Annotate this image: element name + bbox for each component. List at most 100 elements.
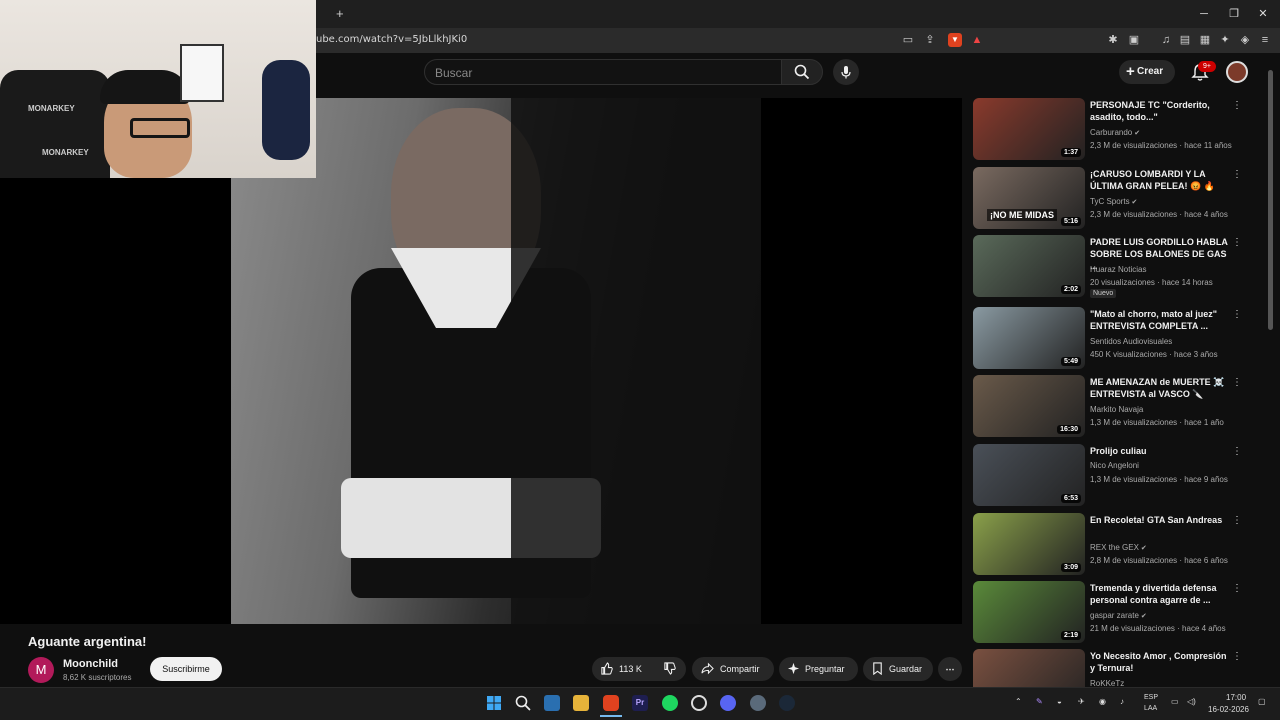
close-icon[interactable]: ✕ — [1255, 6, 1271, 22]
related-video-card[interactable]: 1:37 PERSONAJE TC "Corderito, asadito, to… — [973, 98, 1253, 160]
related-video-channel[interactable]: Sentidos Audiovisuales — [1090, 337, 1172, 346]
music-icon[interactable]: ♫ — [1159, 33, 1173, 47]
related-video-card[interactable]: 6:53 Prolijo culiau Nico Angeloni 1,3 M de … — [973, 444, 1253, 506]
related-video-title[interactable]: PERSONAJE TC "Corderito, asadito, todo..… — [1090, 99, 1232, 123]
tray-chevron-icon[interactable]: ⌃ — [1015, 697, 1022, 706]
maximize-icon[interactable]: ❐ — [1226, 6, 1242, 22]
brave-shield-icon[interactable]: ▼ — [948, 33, 962, 47]
video-thumbnail[interactable]: 6:53 — [973, 444, 1085, 506]
windows-start-icon[interactable] — [486, 695, 502, 711]
related-video-title[interactable]: ME AMENAZAN de MUERTE ☠️ ENTREVISTA al V… — [1090, 376, 1232, 400]
taskbar-search-icon[interactable] — [515, 695, 531, 711]
related-video-title[interactable]: "Mato al chorro, mato al juez" ENTREVIST… — [1090, 308, 1232, 332]
thumbs-down-icon[interactable] — [663, 662, 676, 675]
more-options-icon[interactable]: ⋮ — [1232, 651, 1242, 663]
search-button[interactable] — [781, 59, 823, 85]
more-options-icon[interactable]: ⋮ — [1232, 309, 1242, 321]
related-video-channel[interactable]: REX the GEX ✔ — [1090, 543, 1147, 552]
related-video-channel[interactable]: gaspar zarate ✔ — [1090, 611, 1147, 620]
related-video-title[interactable]: En Recoleta! GTA San Andreas — [1090, 514, 1232, 526]
steam-icon[interactable] — [779, 695, 795, 711]
save-button[interactable]: Guardar — [863, 657, 933, 681]
volume-icon[interactable]: ◁) — [1187, 697, 1196, 706]
ask-button[interactable]: Preguntar — [779, 657, 858, 681]
channel-name[interactable]: Moonchild — [63, 658, 118, 670]
settings-gear-icon[interactable] — [750, 695, 766, 711]
video-thumbnail[interactable]: 16:30 — [973, 375, 1085, 437]
leo-icon[interactable]: ✦ — [1218, 33, 1232, 47]
notifications-icon[interactable]: ▢ — [1258, 697, 1266, 706]
thumbs-up-icon[interactable] — [600, 662, 613, 675]
new-tab-button[interactable]: + — [336, 6, 344, 21]
channel-label: gaspar zarate — [1090, 611, 1139, 620]
clock-time[interactable]: 17:00 — [1226, 693, 1246, 702]
obs-icon[interactable] — [691, 695, 707, 711]
more-options-icon[interactable]: ⋮ — [1232, 377, 1242, 389]
video-thumbnail[interactable]: 1:37 — [973, 98, 1085, 160]
tray-bluetooth-icon[interactable]: ✈ — [1078, 697, 1085, 706]
tray-app-icon[interactable]: ◉ — [1099, 697, 1106, 706]
related-video-channel[interactable]: Huaraz Noticias — [1090, 265, 1146, 274]
related-video-title[interactable]: ¡CARUSO LOMBARDI Y LA ÚLTIMA GRAN PELEA!… — [1090, 168, 1232, 192]
subscribe-button[interactable]: Suscribirme — [150, 657, 222, 681]
video-thumbnail[interactable]: ¡NO ME MIDAS 5:16 — [973, 167, 1085, 229]
page-scrollbar[interactable] — [1268, 70, 1273, 330]
discord-icon[interactable] — [720, 695, 736, 711]
more-options-icon[interactable]: ⋮ — [1232, 100, 1242, 112]
related-video-channel[interactable]: TyC Sports ✔ — [1090, 197, 1137, 206]
more-options-icon[interactable]: ⋮ — [1232, 583, 1242, 595]
related-video-card[interactable]: 3:09 En Recoleta! GTA San Andreas REX the … — [973, 513, 1253, 575]
related-video-title[interactable]: Tremenda y divertida defensa personal co… — [1090, 582, 1232, 606]
account-avatar[interactable] — [1226, 61, 1248, 83]
video-thumbnail[interactable]: 5:49 — [973, 307, 1085, 369]
related-video-channel[interactable]: Markito Navaja — [1090, 405, 1143, 414]
minimize-icon[interactable]: ─ — [1196, 6, 1212, 22]
related-video-channel[interactable]: Carburando ✔ — [1090, 128, 1140, 137]
channel-avatar[interactable]: M — [28, 657, 54, 683]
brave-browser-icon[interactable] — [603, 695, 619, 711]
brave-rewards-icon[interactable]: ▲ — [970, 33, 984, 47]
tray-feather-icon[interactable]: ✎ — [1036, 697, 1043, 706]
share-icon[interactable]: ⇪ — [923, 33, 937, 47]
voice-search-button[interactable] — [833, 59, 859, 85]
related-video-title[interactable]: Yo Necesito Amor , Compresión y Ternura! — [1090, 650, 1232, 674]
cast-icon[interactable]: ▭ — [901, 33, 915, 47]
keyboard-lang-bottom[interactable]: LAA — [1144, 705, 1157, 712]
video-thumbnail[interactable]: 2:02 — [973, 235, 1085, 297]
sidebar-icon[interactable]: ▤ — [1178, 33, 1192, 47]
tray-headset-icon[interactable]: ◒ — [1057, 697, 1062, 706]
screenshot-icon[interactable]: ▣ — [1127, 33, 1141, 47]
extensions-icon[interactable]: ✱ — [1106, 33, 1120, 47]
vpn-icon[interactable]: ◈ — [1238, 33, 1252, 47]
related-video-card[interactable]: ¡NO ME MIDAS 5:16 ¡CARUSO LOMBARDI Y LA ÚL… — [973, 167, 1253, 229]
more-actions-icon[interactable]: ⋯ — [938, 657, 962, 681]
share-button[interactable]: Compartir — [692, 657, 774, 681]
search-input[interactable]: Buscar — [424, 59, 782, 85]
menu-icon[interactable]: ≡ — [1258, 33, 1272, 47]
related-video-title[interactable]: Prolijo culiau — [1090, 445, 1232, 457]
more-options-icon[interactable]: ⋮ — [1232, 515, 1242, 527]
related-video-card[interactable]: 5:49 "Mato al chorro, mato al juez" ENTRE… — [973, 307, 1253, 369]
network-icon[interactable]: ▭ — [1171, 697, 1179, 706]
clock-date[interactable]: 16-02-2026 — [1208, 705, 1249, 714]
file-explorer-icon[interactable] — [573, 695, 589, 711]
like-count[interactable]: 113 K — [619, 657, 642, 681]
create-button[interactable]: + Crear — [1119, 60, 1175, 84]
video-thumbnail[interactable]: 3:09 — [973, 513, 1085, 575]
related-video-channel[interactable]: Nico Angeloni — [1090, 461, 1139, 470]
url-text[interactable]: ube.com/watch?v=5JbLlkhJKi0 — [316, 34, 467, 45]
photos-icon[interactable] — [544, 695, 560, 711]
duration-badge: 16:30 — [1057, 425, 1081, 434]
related-video-card[interactable]: 16:30 ME AMENAZAN de MUERTE ☠️ ENTREVISTA… — [973, 375, 1253, 437]
keyboard-lang-top[interactable]: ESP — [1144, 694, 1158, 701]
tray-mic-icon[interactable]: ♪ — [1120, 697, 1124, 706]
more-options-icon[interactable]: ⋮ — [1232, 169, 1242, 181]
wallet-icon[interactable]: ▦ — [1198, 33, 1212, 47]
video-thumbnail[interactable]: 2:19 — [973, 581, 1085, 643]
related-video-card[interactable]: 2:02 PADRE LUIS GORDILLO HABLA SOBRE LOS … — [973, 235, 1253, 298]
more-options-icon[interactable]: ⋮ — [1232, 237, 1242, 249]
more-options-icon[interactable]: ⋮ — [1232, 446, 1242, 458]
spotify-icon[interactable] — [662, 695, 678, 711]
premiere-icon[interactable]: Pr — [632, 695, 648, 711]
related-video-card[interactable]: 2:19 Tremenda y divertida defensa persona… — [973, 581, 1253, 643]
